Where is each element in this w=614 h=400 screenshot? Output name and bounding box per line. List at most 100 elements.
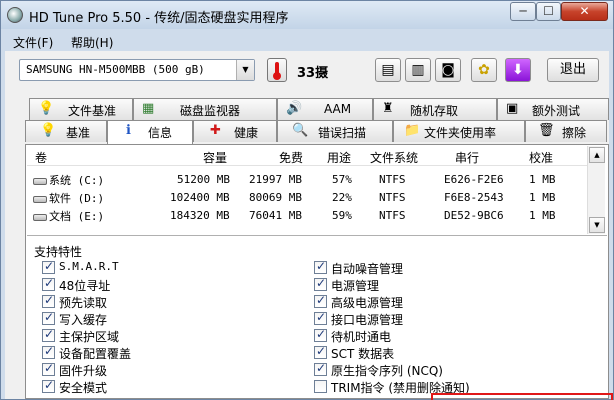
tab-label: 随机存取 <box>410 104 459 118</box>
feature-checkbox <box>42 361 55 376</box>
feature-label: 设备配置覆盖 <box>59 347 132 361</box>
feature-checkbox <box>42 259 55 274</box>
feature-label: 安全模式 <box>59 381 108 395</box>
tab-extra-tests[interactable]: ▣ 额外测试 <box>497 98 609 120</box>
capacity-cell: 102400 MB <box>170 191 230 204</box>
copy-text-icon: ▤ <box>381 62 395 78</box>
copy-info-icon: ▥ <box>411 62 425 78</box>
volume-list-header: 卷 容量 免费 用途 文件系统 串行 校准 <box>27 146 587 166</box>
feature-checkbox <box>314 276 327 291</box>
info-icon: ℹ <box>126 123 131 138</box>
menu-file[interactable]: 文件(F) <box>13 34 53 51</box>
info-panel: 卷 容量 免费 用途 文件系统 串行 校准 系统 (C:) 51200 MB 2… <box>25 144 609 399</box>
tab-label: 基准 <box>66 126 91 140</box>
tab-error-scan[interactable]: 🔍 错误扫描 <box>277 120 393 142</box>
feature-checkbox <box>314 293 327 308</box>
copy-text-button[interactable]: ▤ <box>375 58 401 82</box>
capacity-cell: 51200 MB <box>177 173 230 186</box>
usage-cell: 59% <box>332 209 352 222</box>
free-cell: 76041 MB <box>249 209 302 222</box>
window-title: HD Tune Pro 5.50 - 传统/固态硬盘实用程序 <box>29 11 289 26</box>
health-cross-icon: ✚ <box>210 123 221 138</box>
tab-aam[interactable]: 🔊 AAM <box>277 98 373 120</box>
tab-file-benchmark[interactable]: 💡 文件基准 <box>29 98 133 120</box>
app-disk-icon <box>7 7 23 23</box>
drive-select[interactable]: SAMSUNG HN-M500MBB (500 gB) ▼ <box>19 59 255 81</box>
usage-cell: 22% <box>332 191 352 204</box>
table-row[interactable]: 软件 (D:) 102400 MB 80069 MB 22% NTFS F6E8… <box>27 188 587 206</box>
feature-label: 48位寻址 <box>59 279 111 293</box>
save-button[interactable]: ⬇ <box>505 58 531 82</box>
serial-cell: DE52-9BC6 <box>444 209 504 222</box>
table-row[interactable]: 系统 (C:) 51200 MB 21997 MB 57% NTFS E626-… <box>27 170 587 188</box>
feature-checkbox <box>42 327 55 342</box>
free-cell: 21997 MB <box>249 173 302 186</box>
disk-monitor-icon: ▦ <box>142 101 155 116</box>
table-row[interactable]: 文档 (E:) 184320 MB 76041 MB 59% NTFS DE52… <box>27 206 587 224</box>
drive-icon <box>33 195 47 203</box>
tab-label: 擦除 <box>562 126 587 140</box>
feature-checkbox <box>42 344 55 359</box>
exit-button[interactable]: 退出 <box>547 58 599 82</box>
title-bar[interactable]: HD Tune Pro 5.50 - 传统/固态硬盘实用程序 ─ ☐ ✕ <box>1 1 613 29</box>
chevron-down-icon[interactable]: ▼ <box>236 60 254 80</box>
tab-random-access[interactable]: ♜ 随机存取 <box>373 98 497 120</box>
health-button[interactable]: ✿ <box>471 58 497 82</box>
tab-benchmark[interactable]: 💡 基准 <box>25 120 107 142</box>
col-volume[interactable]: 卷 <box>35 149 47 166</box>
maximize-button[interactable]: ☐ <box>536 2 561 21</box>
tab-erase[interactable]: 🗑 擦除 <box>525 120 607 142</box>
tab-label: 文件夹使用率 <box>424 126 497 140</box>
app-window: HD Tune Pro 5.50 - 传统/固态硬盘实用程序 ─ ☐ ✕ 文件(… <box>0 0 614 400</box>
filesystem-cell: NTFS <box>379 191 406 204</box>
volume-name: 系统 (C:) <box>49 174 105 187</box>
drive-icon <box>33 213 47 221</box>
feature-label: SCT 数据表 <box>331 347 395 361</box>
col-alignment[interactable]: 校准 <box>529 149 553 166</box>
free-cell: 80069 MB <box>249 191 302 204</box>
volume-name-cell: 软件 (D:) <box>33 190 104 206</box>
tab-label: 健康 <box>234 126 259 140</box>
col-free[interactable]: 免费 <box>279 149 303 166</box>
tab-info[interactable]: ℹ 信息 <box>107 120 193 144</box>
alignment-cell: 1 MB <box>529 173 556 186</box>
scroll-up-icon[interactable]: ▲ <box>589 147 605 163</box>
filesystem-cell: NTFS <box>379 209 406 222</box>
volume-name: 软件 (D:) <box>49 192 105 205</box>
col-filesystem[interactable]: 文件系统 <box>370 149 418 166</box>
tab-label: 文件基准 <box>68 104 117 118</box>
tab-label: 额外测试 <box>532 104 581 118</box>
tab-folder-usage[interactable]: 📁 文件夹使用率 <box>393 120 525 142</box>
feature-label: S.M.A.R.T <box>59 260 119 273</box>
tab-disk-monitor[interactable]: ▦ 磁盘监视器 <box>133 98 277 120</box>
feature-checkbox <box>42 276 55 291</box>
copy-info-button[interactable]: ▥ <box>405 58 431 82</box>
scroll-down-icon[interactable]: ▼ <box>589 217 605 233</box>
tab-health[interactable]: ✚ 健康 <box>193 120 277 142</box>
volume-list-scrollbar[interactable]: ▲ ▼ <box>587 146 605 234</box>
feature-label: 原生指令序列 (NCQ) <box>331 364 443 378</box>
menu-help[interactable]: 帮助(H) <box>71 34 113 51</box>
minimize-button[interactable]: ─ <box>510 2 536 21</box>
feature-checkbox <box>42 293 55 308</box>
tab-label: 错误扫描 <box>318 126 367 140</box>
feature-label: 电源管理 <box>331 279 380 293</box>
feature-checkbox <box>314 327 327 342</box>
col-capacity[interactable]: 容量 <box>203 149 227 166</box>
col-serial[interactable]: 串行 <box>455 149 479 166</box>
camera-icon: ◙ <box>441 62 455 78</box>
drive-select-value: SAMSUNG HN-M500MBB (500 gB) <box>26 63 205 76</box>
col-usage[interactable]: 用途 <box>327 149 351 166</box>
screenshot-button[interactable]: ◙ <box>435 58 461 82</box>
feature-checkbox <box>42 378 55 393</box>
benchmark-icon: 💡 <box>40 123 57 138</box>
tab-label: 磁盘监视器 <box>180 104 241 118</box>
extra-tests-icon: ▣ <box>506 101 519 116</box>
feature-checkbox <box>314 310 327 325</box>
close-button[interactable]: ✕ <box>561 2 608 21</box>
random-access-icon: ♜ <box>382 101 394 116</box>
feature-label: 预先读取 <box>59 296 108 310</box>
feature-checkbox <box>42 310 55 325</box>
feature-label: 主保护区域 <box>59 330 120 344</box>
temperature-readout: 33摄 <box>297 66 329 81</box>
